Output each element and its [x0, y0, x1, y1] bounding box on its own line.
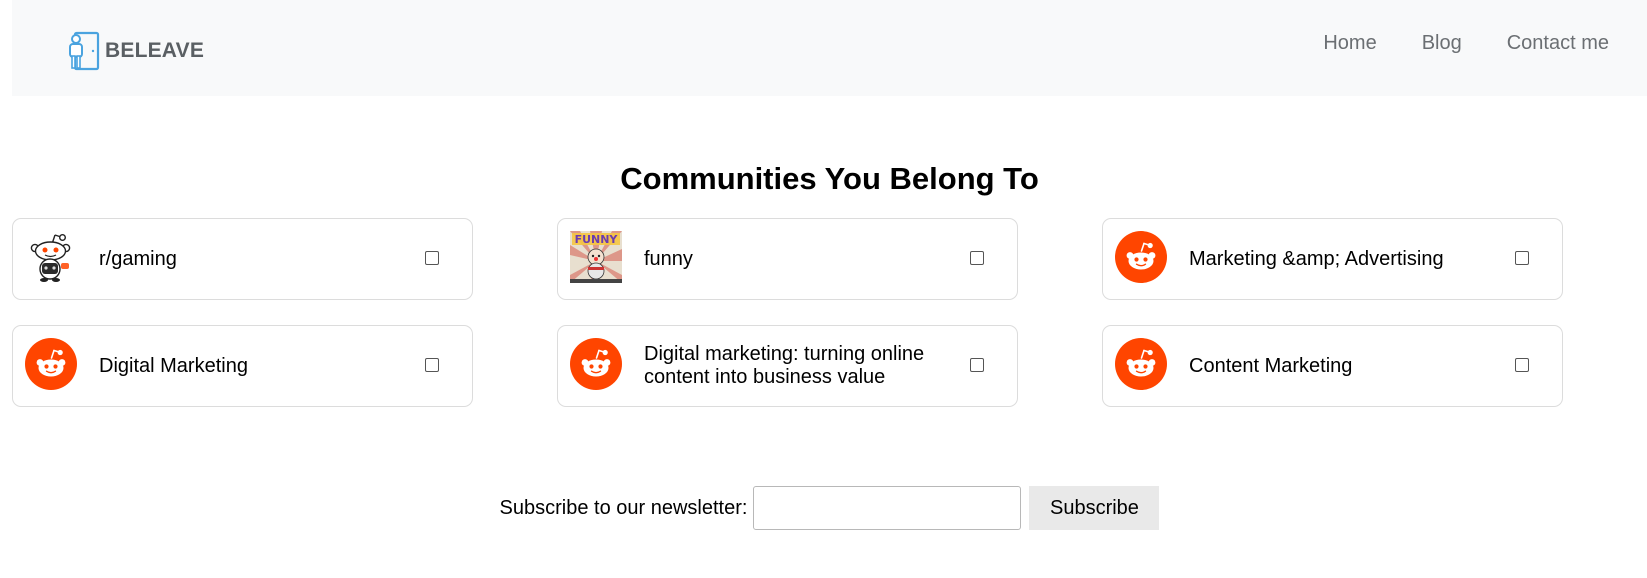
nav-contact[interactable]: Contact me	[1507, 30, 1609, 56]
community-checkbox[interactable]	[1515, 251, 1529, 265]
community-name: Digital Marketing	[99, 354, 248, 377]
community-name: Digital marketing: turning online conten…	[644, 343, 925, 388]
community-checkbox[interactable]	[1515, 358, 1529, 372]
community-checkbox[interactable]	[970, 358, 984, 372]
community-name: Content Marketing	[1189, 354, 1353, 377]
community-card-marketing-advertising: Marketing &amp; Advertising	[1102, 218, 1563, 300]
reddit-snoo-gaming-icon	[30, 234, 71, 282]
brand-logo-link[interactable]: BELEAVE	[67, 30, 204, 72]
community-card-digital-marketing-business: Digital marketing: turning online conten…	[557, 325, 1018, 407]
community-card-gaming: r/gaming	[12, 218, 473, 300]
reddit-logo-icon	[570, 338, 622, 390]
svg-text:FUNNY: FUNNY	[575, 233, 619, 246]
community-checkbox[interactable]	[970, 251, 984, 265]
person-door-logo-icon	[69, 31, 100, 71]
main-nav: Home Blog Contact me	[1278, 30, 1609, 56]
newsletter-label: Subscribe to our newsletter:	[499, 496, 748, 519]
community-card-funny: FUNNY funny	[557, 218, 1018, 300]
reddit-logo-icon	[25, 338, 77, 390]
page-title: Communities You Belong To	[620, 161, 1039, 196]
funny-community-image: FUNNY	[570, 231, 622, 283]
community-name: funny	[644, 247, 693, 270]
nav-blog[interactable]: Blog	[1422, 30, 1462, 56]
community-checkbox[interactable]	[425, 251, 439, 265]
brand-name: BELEAVE	[105, 39, 205, 62]
navbar: BELEAVE Home Blog Contact me	[12, 0, 1647, 96]
newsletter-email-input[interactable]	[753, 486, 1022, 530]
reddit-logo-icon	[1115, 231, 1167, 283]
community-name: Marketing &amp; Advertising	[1189, 247, 1444, 270]
nav-home[interactable]: Home	[1323, 30, 1376, 56]
newsletter-form: Subscribe to our newsletter: Subscribe	[0, 486, 1647, 530]
community-card-content-marketing: Content Marketing	[1102, 325, 1563, 407]
community-checkbox[interactable]	[425, 358, 439, 372]
subscribe-button[interactable]: Subscribe	[1029, 486, 1160, 530]
community-name: r/gaming	[99, 247, 177, 270]
reddit-logo-icon	[1115, 338, 1167, 390]
community-card-digital-marketing: Digital Marketing	[12, 325, 473, 407]
